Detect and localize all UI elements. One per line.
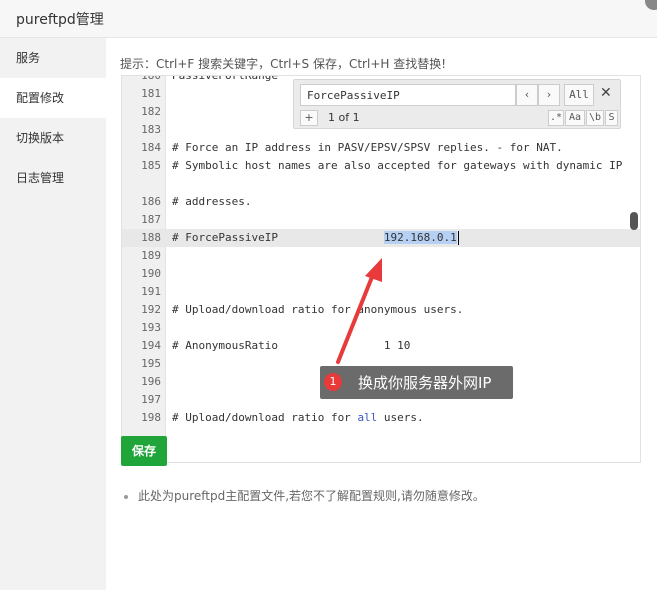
code-line: 190 — [122, 265, 640, 283]
sidebar-item-label: 切换版本 — [16, 131, 65, 145]
code-line: 185 # Symbolic host names are also accept… — [122, 157, 640, 193]
line-text: # addresses. — [172, 195, 252, 208]
line-number: 193 — [141, 321, 161, 334]
line-number: 182 — [141, 105, 161, 118]
line-text — [166, 319, 640, 337]
bullet-icon — [124, 494, 128, 499]
scrollbar-thumb[interactable] — [630, 212, 638, 230]
find-next-button[interactable]: › — [538, 84, 560, 106]
line-number: 198 — [141, 411, 161, 424]
whole-word-toggle[interactable]: \b — [586, 110, 604, 126]
code-line: 193 — [122, 319, 640, 337]
line-number: 184 — [141, 141, 161, 154]
save-button[interactable]: 保存 — [121, 436, 167, 466]
window-title: pureftpd管理 — [16, 12, 104, 28]
sidebar-item-label: 日志管理 — [16, 171, 65, 185]
sidebar-item-version[interactable]: 切换版本 — [0, 118, 106, 158]
chevron-left-icon: ‹ — [524, 88, 530, 101]
code-editor[interactable]: 180 PassivePortRange 181 182 183 184 # For… — [121, 75, 641, 463]
find-all-button[interactable]: All — [564, 84, 594, 106]
line-number: 181 — [141, 87, 161, 100]
config-note: 此处为pureftpd主配置文件,若您不了解配置规则,请勿随意修改。 — [124, 487, 485, 504]
code-line: 186 # addresses. — [122, 193, 640, 211]
case-toggle[interactable]: Aa — [565, 110, 585, 126]
search-input[interactable] — [300, 84, 516, 106]
line-text — [166, 247, 640, 265]
line-number: 190 — [141, 267, 161, 280]
line-text: # AnonymousRatio 1 10 — [172, 339, 411, 352]
code-line: 187 — [122, 211, 640, 229]
line-text-prefix: # ForcePassiveIP — [172, 231, 384, 244]
line-number: 189 — [141, 249, 161, 262]
sidebar: 服务 配置修改 切换版本 日志管理 — [0, 38, 106, 590]
line-text: # Symbolic host names are also accepted … — [172, 159, 623, 172]
line-text-prefix: # Upload/download ratio for — [172, 411, 358, 424]
line-number: 195 — [141, 357, 161, 370]
line-text — [166, 283, 640, 301]
match-count: 1 of 1 — [328, 111, 360, 124]
code-line: 198 # Upload/download ratio for all users… — [122, 409, 640, 427]
sidebar-item-logs[interactable]: 日志管理 — [0, 158, 106, 198]
line-text: # Upload/download ratio for all users. — [166, 409, 640, 427]
line-number: 180 — [141, 75, 161, 82]
code-line: 194 # AnonymousRatio 1 10 — [122, 337, 640, 355]
search-match-selection: 192.168.0.1 — [383, 231, 457, 244]
keyword: all — [357, 411, 378, 424]
annotation-callout: 1 换成你服务器外网IP — [320, 366, 513, 399]
editor-scrollbar[interactable] — [630, 76, 638, 462]
regex-toggle[interactable]: .* — [548, 110, 564, 126]
line-number: 197 — [141, 393, 161, 406]
code-line: 189 — [122, 247, 640, 265]
line-number: 194 — [141, 339, 161, 352]
line-text — [166, 265, 640, 283]
window-titlebar: pureftpd管理 — [0, 0, 657, 38]
in-selection-toggle[interactable]: S — [605, 110, 618, 126]
line-number: 183 — [141, 123, 161, 136]
sidebar-item-config[interactable]: 配置修改 — [0, 78, 106, 118]
code-line: 191 — [122, 283, 640, 301]
toggle-replace-button[interactable]: + — [300, 110, 318, 126]
line-text-suffix: users. — [377, 411, 424, 424]
line-text: # Force an IP address in PASV/EPSV/SPSV … — [172, 141, 563, 154]
close-search-icon[interactable]: ✕ — [600, 85, 612, 101]
sidebar-item-label: 配置修改 — [16, 91, 65, 105]
line-text — [166, 211, 640, 229]
line-text: # Upload/download ratio for anonymous us… — [172, 303, 464, 316]
code-line: 192 # Upload/download ratio for anonymous… — [122, 301, 640, 319]
code-line-active: 188 # ForcePassiveIP 192.168.0.1 — [122, 229, 640, 247]
line-text: # ForcePassiveIP 192.168.0.1 — [166, 229, 640, 247]
code-line: 184 # Force an IP address in PASV/EPSV/SP… — [122, 139, 640, 157]
text-cursor — [457, 231, 459, 245]
annotation-text: 换成你服务器外网IP — [358, 374, 492, 392]
line-number: 185 — [141, 159, 161, 172]
line-number: 196 — [141, 375, 161, 388]
main-panel: 提示：Ctrl+F 搜索关键字，Ctrl+S 保存，Ctrl+H 查找替换! 1… — [106, 38, 657, 590]
line-number: 188 — [141, 231, 161, 244]
sidebar-item-label: 服务 — [16, 51, 41, 65]
sidebar-item-service[interactable]: 服务 — [0, 38, 106, 78]
line-number: 191 — [141, 285, 161, 298]
line-number: 187 — [141, 213, 161, 226]
chevron-right-icon: › — [546, 88, 552, 101]
line-number: 192 — [141, 303, 161, 316]
line-number: 186 — [141, 195, 161, 208]
hint-text: 提示：Ctrl+F 搜索关键字，Ctrl+S 保存，Ctrl+H 查找替换! — [120, 57, 447, 71]
find-prev-button[interactable]: ‹ — [516, 84, 538, 106]
search-panel: ‹ › All ✕ + 1 of 1 .* Aa \b S — [293, 79, 621, 129]
annotation-badge: 1 — [324, 373, 342, 391]
note-text: 此处为pureftpd主配置文件,若您不了解配置规则,请勿随意修改。 — [138, 489, 485, 503]
